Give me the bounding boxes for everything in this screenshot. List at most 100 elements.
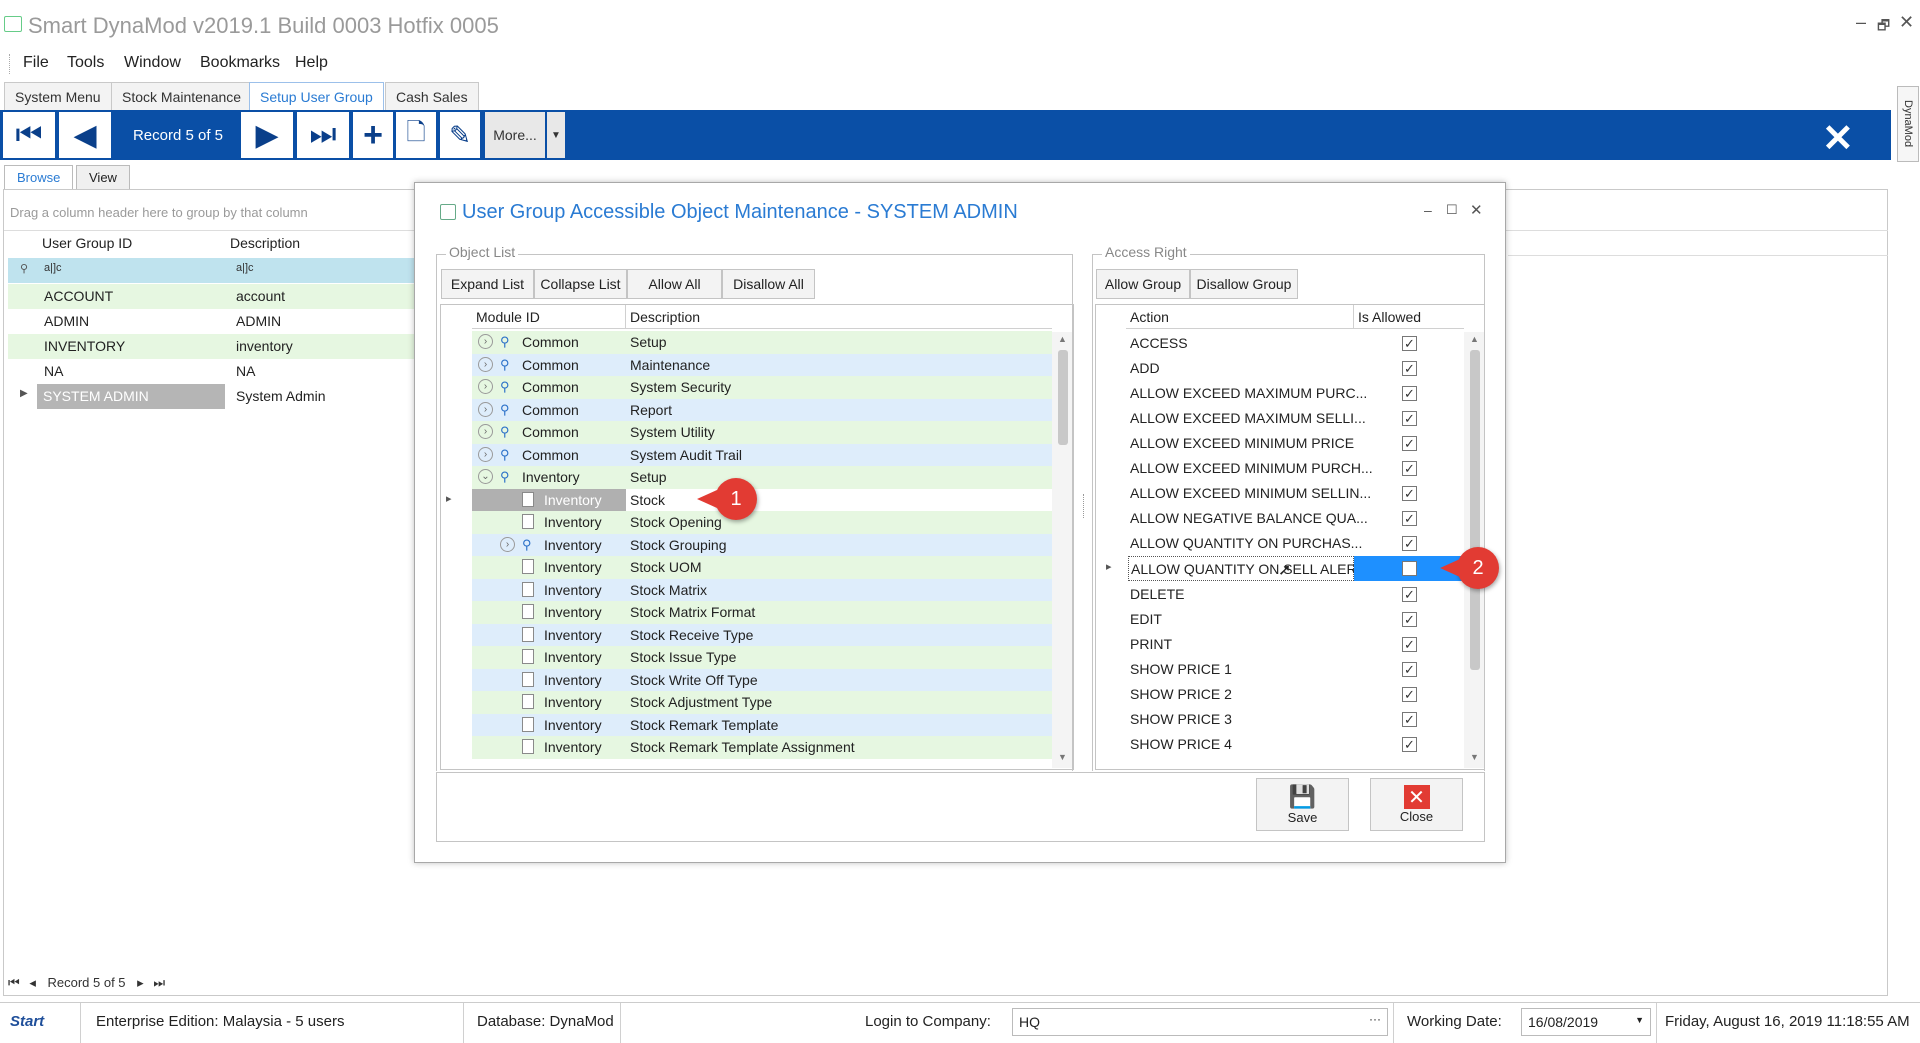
object-row[interactable]: › ⚲ Common System Audit Trail [472,443,1052,466]
access-row[interactable]: ALLOW EXCEED MINIMUM SELLIN... [1128,481,1371,506]
more-button[interactable]: More... [485,112,545,158]
access-row[interactable]: ACCESS [1128,331,1354,356]
scroll-up-icon[interactable]: ▲ [1470,334,1479,344]
filter-row[interactable]: ⚲ a|]c a|]c [8,258,415,283]
nav-first-icon[interactable]: ⏮ [8,975,20,990]
is-allowed-checkbox[interactable]: ✓ [1402,361,1417,377]
nav-prev-icon[interactable]: ◂ [29,975,36,990]
expand-icon[interactable]: › [478,401,493,417]
tab-browse[interactable]: Browse [4,165,74,189]
collapse-icon[interactable]: ⌄ [478,469,493,484]
access-row[interactable]: DELETE [1128,582,1354,607]
is-allowed-checkbox[interactable]: ✓ [1402,386,1417,402]
last-record-button[interactable]: ⏭ [297,112,349,158]
disallow-all-button[interactable]: Disallow All [722,269,815,299]
nav-last-icon[interactable]: ⏭ [153,975,165,990]
dialog-close-icon[interactable]: ✕ [1470,201,1483,219]
is-allowed-checkbox[interactable]: ✓ [1402,686,1417,702]
access-row[interactable]: ALLOW QUANTITY ON SELL ALER... [1128,556,1368,582]
expand-icon[interactable]: › [478,379,493,394]
edit-button[interactable]: ✎ [440,112,480,158]
disallow-group-button[interactable]: Disallow Group [1190,269,1298,299]
table-row[interactable]: INVENTORY inventory [8,334,415,359]
object-row[interactable]: Inventory Stock Remark Template [472,713,1052,736]
dialog-maximize-icon[interactable]: ☐ [1446,202,1458,218]
expand-icon[interactable]: › [478,446,493,462]
splitter-grip[interactable] [1083,494,1085,518]
menu-help[interactable]: Help [295,54,328,72]
is-allowed-checkbox[interactable]: ✓ [1402,611,1417,627]
object-row[interactable]: Inventory Stock Matrix [472,578,1052,601]
restore-icon[interactable]: 🗗 [1877,15,1890,39]
tab-view[interactable]: View [76,165,130,189]
allow-group-button[interactable]: Allow Group [1096,269,1190,299]
object-row[interactable]: ⌄ ⚲ Inventory Setup [472,466,1052,489]
col-module-id[interactable]: Module ID [472,305,626,329]
expand-icon[interactable]: › [478,334,493,349]
object-row[interactable]: › ⚲ Common System Security [472,376,1052,399]
ellipsis-icon[interactable]: ··· [1369,1012,1381,1026]
access-row[interactable]: SHOW PRICE 1 [1128,657,1354,682]
scroll-down-icon[interactable]: ▼ [1470,752,1479,762]
allow-all-button[interactable]: Allow All [627,269,722,299]
access-row[interactable]: ALLOW NEGATIVE BALANCE QUA... [1128,506,1368,531]
menu-bookmarks[interactable]: Bookmarks [200,54,280,72]
start-button[interactable]: Start [10,1013,44,1030]
is-allowed-checkbox[interactable] [1402,561,1417,577]
filter-id[interactable]: a|]c [38,258,68,283]
table-row[interactable]: ADMIN ADMIN [8,309,415,334]
dialog-minimize-icon[interactable]: – [1424,202,1432,218]
is-allowed-checkbox[interactable]: ✓ [1402,336,1417,351]
is-allowed-checkbox[interactable]: ✓ [1402,736,1417,752]
tab-cash-sales[interactable]: Cash Sales [385,82,479,110]
col-user-group-id[interactable]: User Group ID [36,232,138,254]
minimize-icon[interactable]: – [1856,12,1866,33]
tab-stock-maintenance[interactable]: Stock Maintenance [111,82,253,110]
access-row[interactable]: SHOW PRICE 2 [1128,682,1354,707]
object-row[interactable]: Inventory Stock UOM [472,556,1052,579]
object-row[interactable]: Inventory Stock Receive Type [472,623,1052,646]
collapse-list-button[interactable]: Collapse List [534,269,627,299]
delete-button[interactable]: 🗋 [396,112,436,158]
is-allowed-checkbox[interactable]: ✓ [1402,461,1417,477]
object-scrollbar-thumb[interactable] [1058,350,1068,445]
object-row[interactable]: Inventory Stock Opening [472,511,1052,534]
access-row[interactable]: ALLOW EXCEED MINIMUM PRICE [1128,431,1354,456]
object-row[interactable]: Inventory Stock Remark Template Assignmen… [472,736,1052,759]
col-action[interactable]: Action [1126,305,1354,329]
object-row[interactable]: › ⚲ Common Report [472,398,1052,421]
is-allowed-checkbox[interactable]: ✓ [1402,636,1417,652]
first-record-button[interactable]: ⏮ [3,112,55,158]
object-row[interactable]: Inventory Stock Adjustment Type [472,691,1052,714]
tab-system-menu[interactable]: System Menu [4,82,112,110]
object-row[interactable]: Inventory Stock Matrix Format [472,601,1052,624]
scroll-up-icon[interactable]: ▲ [1058,334,1067,344]
close-button[interactable]: ✕ Close [1370,778,1463,831]
object-row[interactable]: › ⚲ Common Maintenance [472,353,1052,376]
more-dropdown-arrow[interactable]: ▼ [547,112,565,158]
access-row[interactable]: SHOW PRICE 3 [1128,707,1354,732]
is-allowed-checkbox[interactable]: ✓ [1402,411,1417,427]
object-row[interactable]: Inventory Stock ▸ [446,488,1052,511]
is-allowed-checkbox[interactable]: ✓ [1402,586,1417,602]
object-row[interactable]: › ⚲ Common Setup [472,331,1052,354]
filter-desc[interactable]: a|]c [230,258,260,283]
access-row[interactable]: ADD [1128,356,1354,381]
nav-next-icon[interactable]: ▸ [137,975,144,990]
access-row[interactable]: SHOW PRICE 4 [1128,732,1354,757]
col-is-allowed[interactable]: Is Allowed [1354,305,1464,329]
expand-list-button[interactable]: Expand List [441,269,534,299]
is-allowed-checkbox[interactable]: ✓ [1402,536,1417,552]
scroll-down-icon[interactable]: ▼ [1058,752,1067,762]
access-scrollbar-thumb[interactable] [1470,350,1480,670]
is-allowed-checkbox[interactable]: ✓ [1402,436,1417,452]
access-row[interactable]: ALLOW EXCEED MINIMUM PURCH... [1128,456,1373,481]
object-row[interactable]: › ⚲ Common System Utility [472,421,1052,444]
next-record-button[interactable]: ▶ [241,112,293,158]
access-row[interactable]: EDIT [1128,607,1354,632]
tab-setup-user-group[interactable]: Setup User Group [249,82,384,110]
is-allowed-checkbox[interactable]: ✓ [1402,711,1417,727]
access-row[interactable]: ALLOW EXCEED MAXIMUM SELLI... [1128,406,1366,431]
menu-window[interactable]: Window [124,54,181,72]
table-row-selected[interactable]: ▶ SYSTEM ADMIN System Admin [8,384,415,409]
